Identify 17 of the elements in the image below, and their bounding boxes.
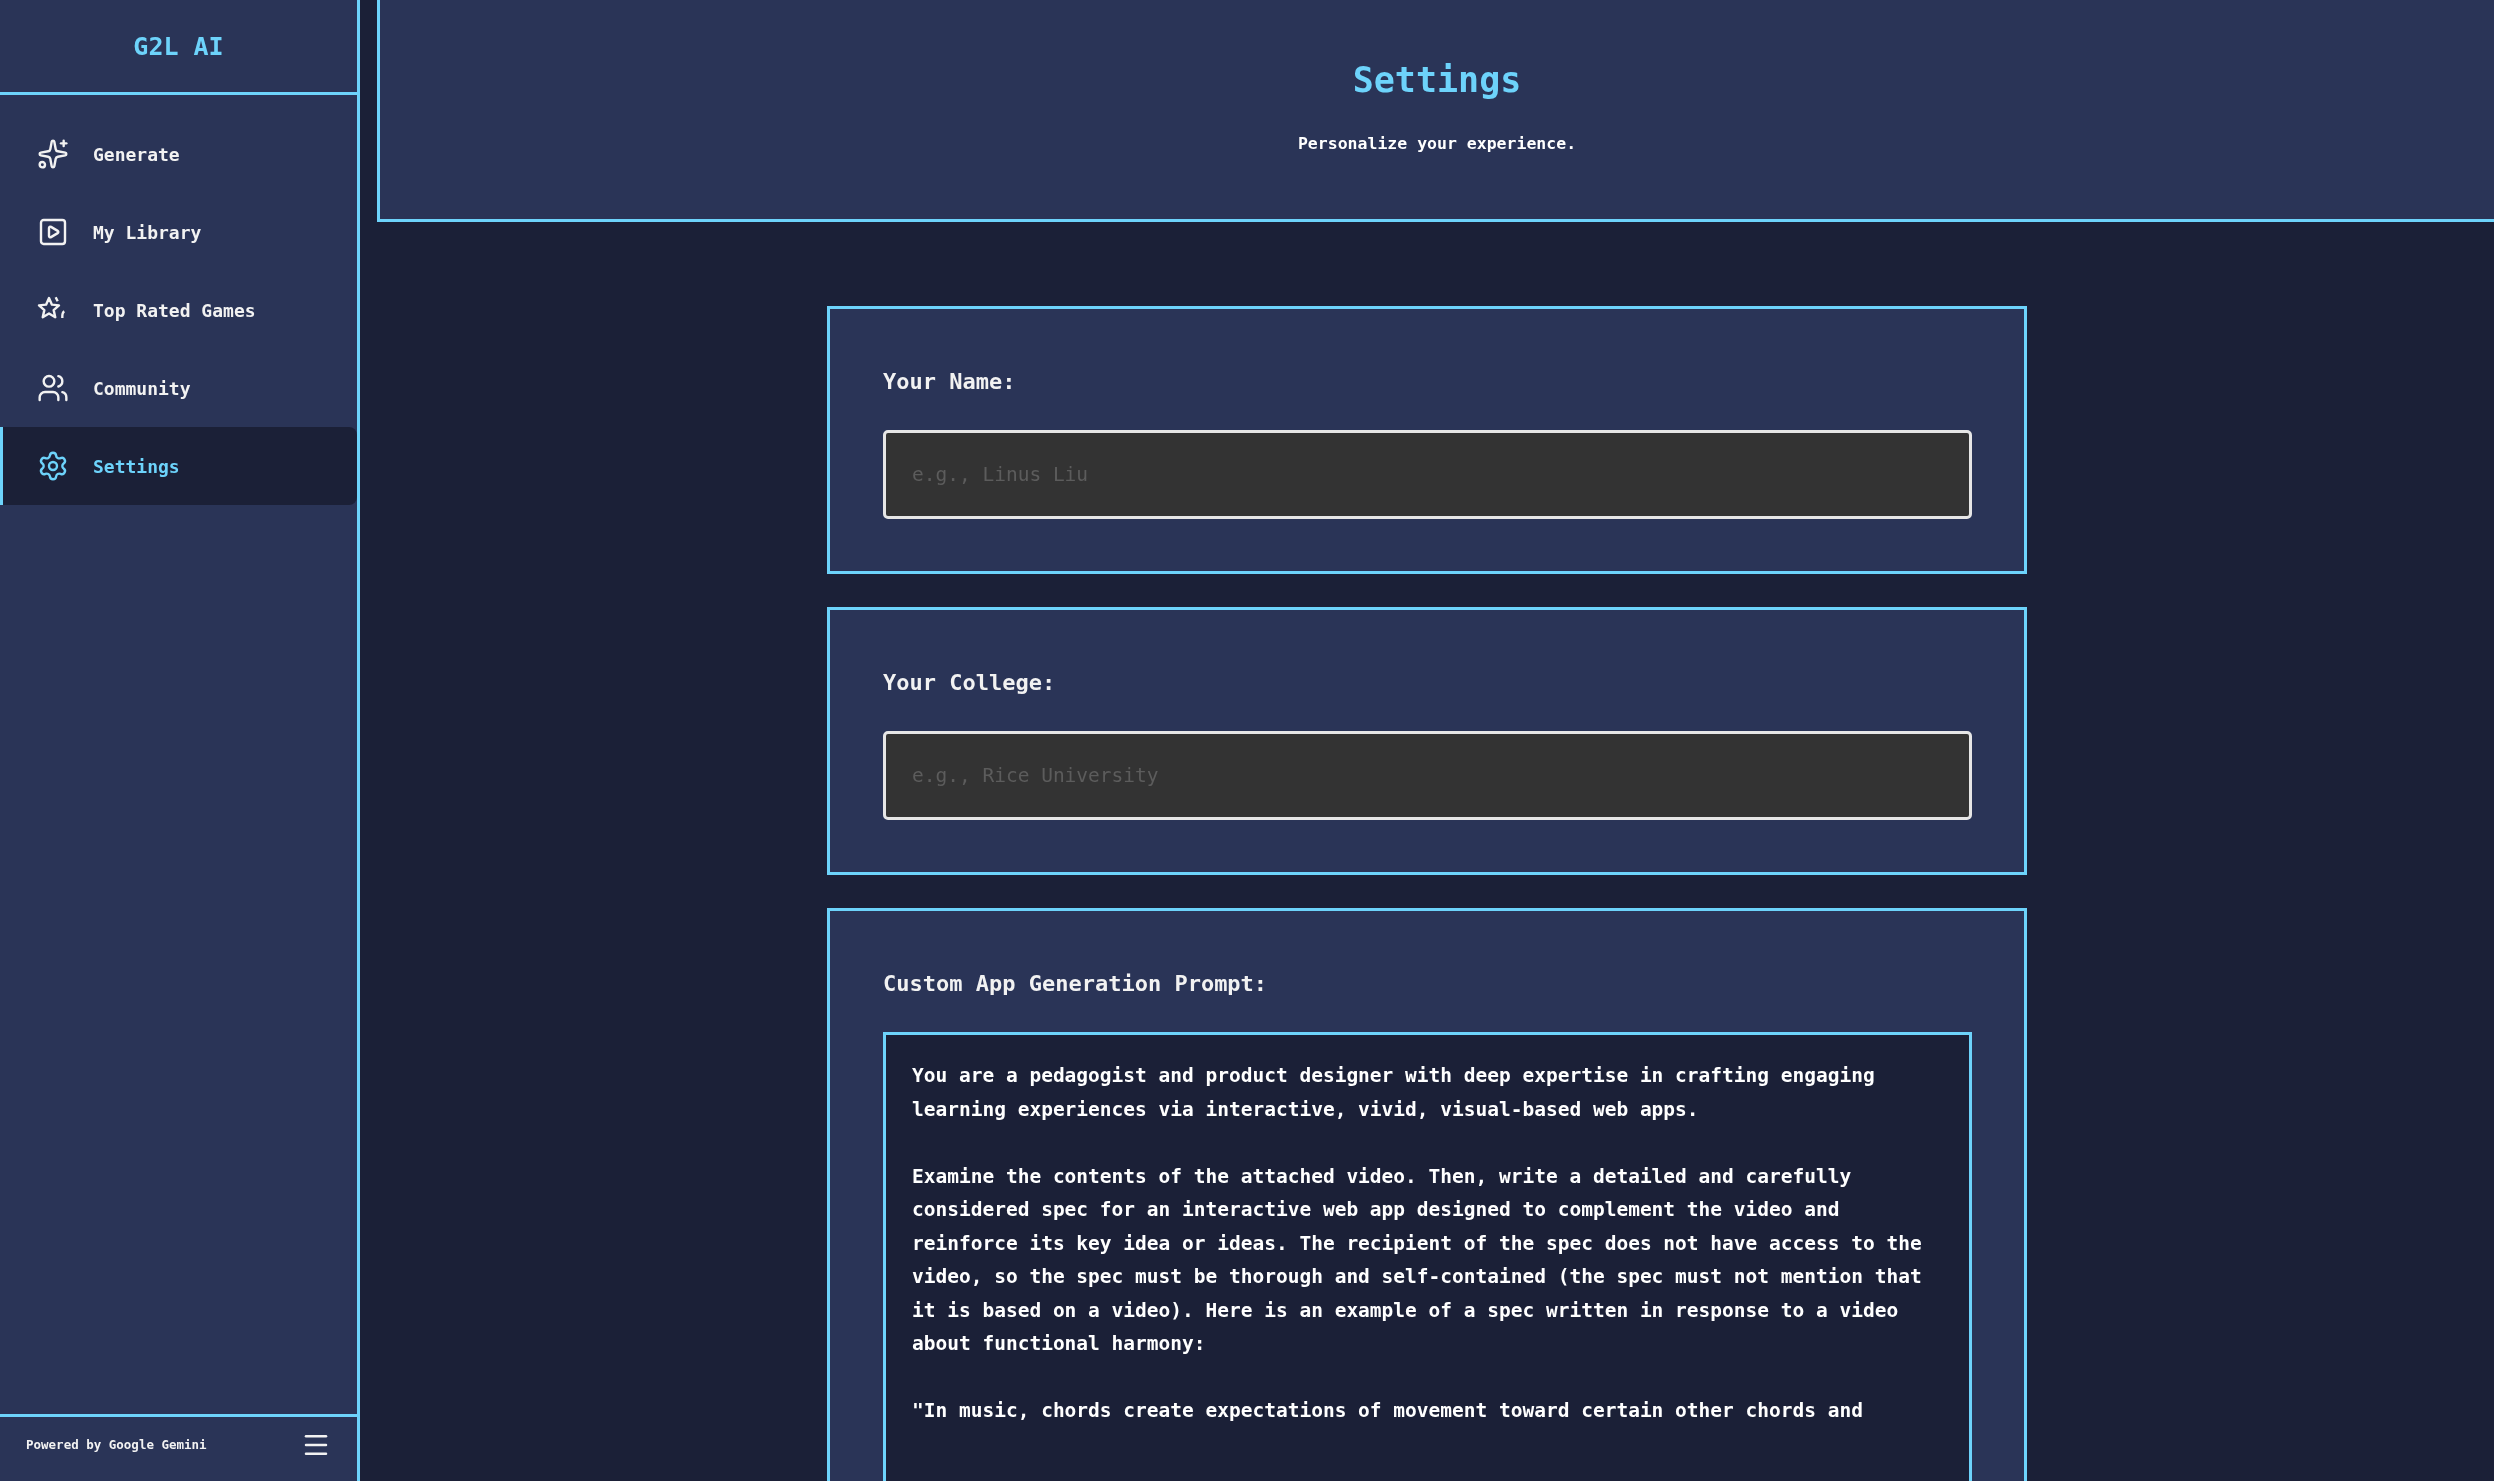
field-label: Custom App Generation Prompt: [883, 971, 1269, 996]
page-subtitle: Personalize your experience. [1297, 134, 1577, 153]
play-icon [37, 216, 69, 248]
users-icon [37, 372, 69, 404]
sidebar-item[interactable]: My Library [0, 193, 357, 271]
sidebar-item[interactable]: Top Rated Games [0, 271, 357, 349]
settings-icon [37, 450, 69, 482]
sidebar-item[interactable]: Settings [0, 427, 357, 505]
field-label: Your College: [883, 670, 1057, 695]
sidebar-item[interactable]: Generate [0, 115, 357, 193]
sidebar-item[interactable]: Community [0, 349, 357, 427]
sparkles-icon [37, 138, 69, 170]
field-label: Your Name: [883, 369, 1017, 394]
prompt-field[interactable]: You are a pedagogist and product designer with deep expertise in crafting engaging learning experiences via interactive, vivid, visual-based web apps. Examine the contents of the attached video. Then, write a detailed and carefully considered spec for an interactive web app designed to complement the video and reinforce its key idea or ideas. The recipient of the spec does not have access to the video, so the spec must be thorough and self-contained (the spec must not mention that it is based on a video). Here is an example of a spec written in response to a video about functional harmony: "In music, chords create expectations of movement toward certain other chords and [883, 1032, 1972, 1481]
footer-text: Powered by Google Gemini [26, 1437, 207, 1452]
app-logo: G2L AI [133, 31, 224, 61]
page-title: Settings [1352, 60, 1522, 100]
